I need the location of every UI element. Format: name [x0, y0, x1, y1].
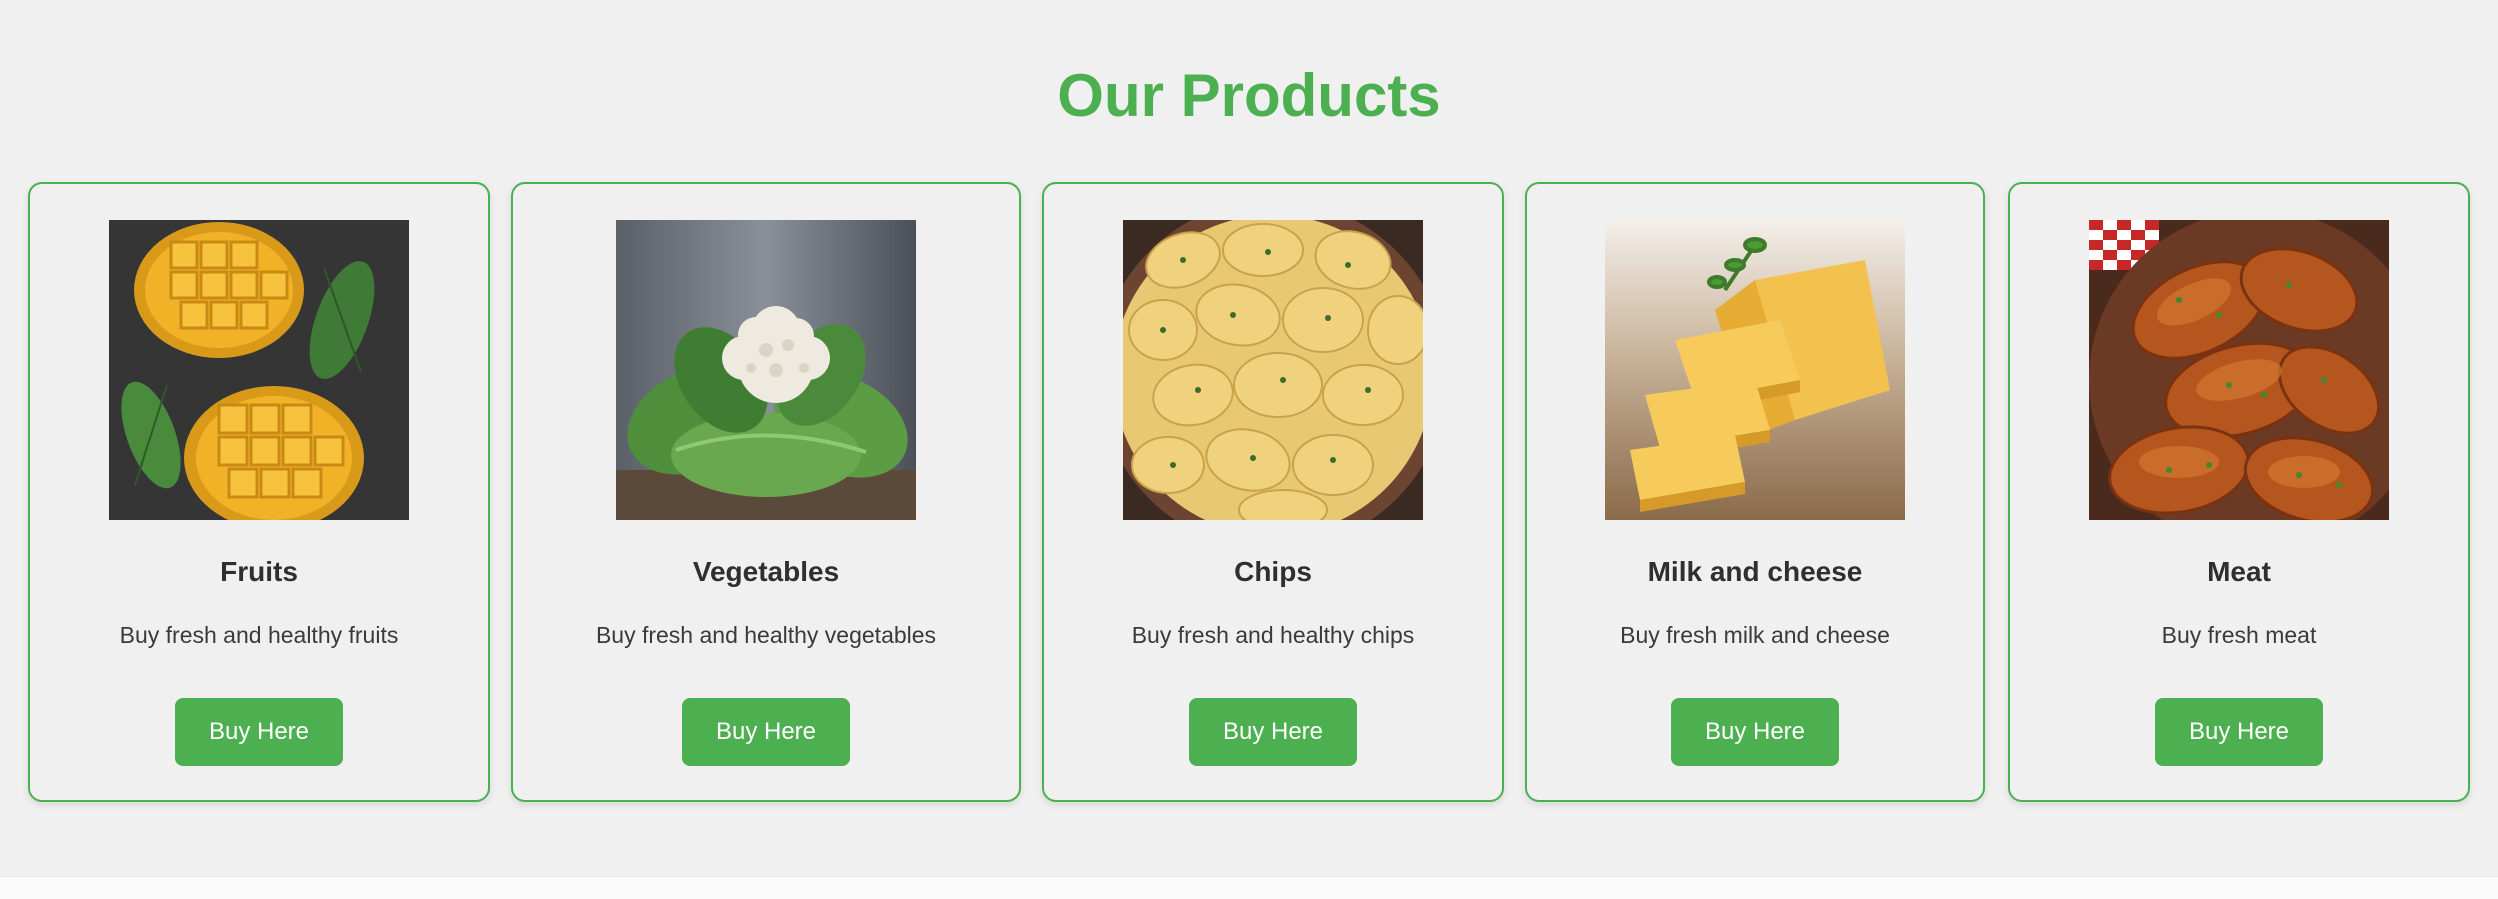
buy-meat-button[interactable]: Buy Here [2155, 698, 2323, 766]
buy-milk-and-cheese-button[interactable]: Buy Here [1671, 698, 1839, 766]
product-card-meat: Meat Buy fresh meat Buy Here [2008, 182, 2470, 802]
buy-fruits-button[interactable]: Buy Here [175, 698, 343, 766]
footer-divider [0, 876, 2498, 899]
section-title: Our Products [1057, 62, 1441, 129]
product-name: Chips [1234, 556, 1312, 587]
product-name: Milk and cheese [1647, 556, 1863, 587]
product-image-meat [2089, 220, 2389, 520]
product-description: Buy fresh and healthy chips [1131, 622, 1415, 648]
product-card-chips: Chips Buy fresh and healthy chips Buy He… [1042, 182, 1504, 802]
product-name: Fruits [220, 556, 298, 587]
product-image-vegetables [616, 220, 916, 520]
product-description: Buy fresh meat [2161, 622, 2317, 648]
cheese-image [1605, 220, 1905, 520]
products-section: Our Products Fruits Buy fresh and health… [0, 0, 2498, 876]
cauliflower-image [616, 220, 916, 520]
mango-image [109, 220, 409, 520]
buy-vegetables-button[interactable]: Buy Here [682, 698, 850, 766]
product-description: Buy fresh milk and cheese [1620, 622, 1890, 648]
product-name: Vegetables [692, 556, 840, 587]
product-card-milk-and-cheese: Milk and cheese Buy fresh milk and chees… [1525, 182, 1985, 802]
buy-chips-button[interactable]: Buy Here [1189, 698, 1357, 766]
product-image-fruits [109, 220, 409, 520]
potato-chips-image [1123, 220, 1423, 520]
product-name: Meat [2207, 556, 2271, 587]
product-description: Buy fresh and healthy vegetables [595, 622, 937, 648]
product-image-milk-and-cheese [1605, 220, 1905, 520]
product-description: Buy fresh and healthy fruits [119, 622, 399, 648]
product-card-fruits: Fruits Buy fresh and healthy fruits Buy … [28, 182, 490, 802]
chicken-drumsticks-image [2089, 220, 2389, 520]
product-image-chips [1123, 220, 1423, 520]
product-card-vegetables: Vegetables Buy fresh and healthy vegetab… [511, 182, 1021, 802]
